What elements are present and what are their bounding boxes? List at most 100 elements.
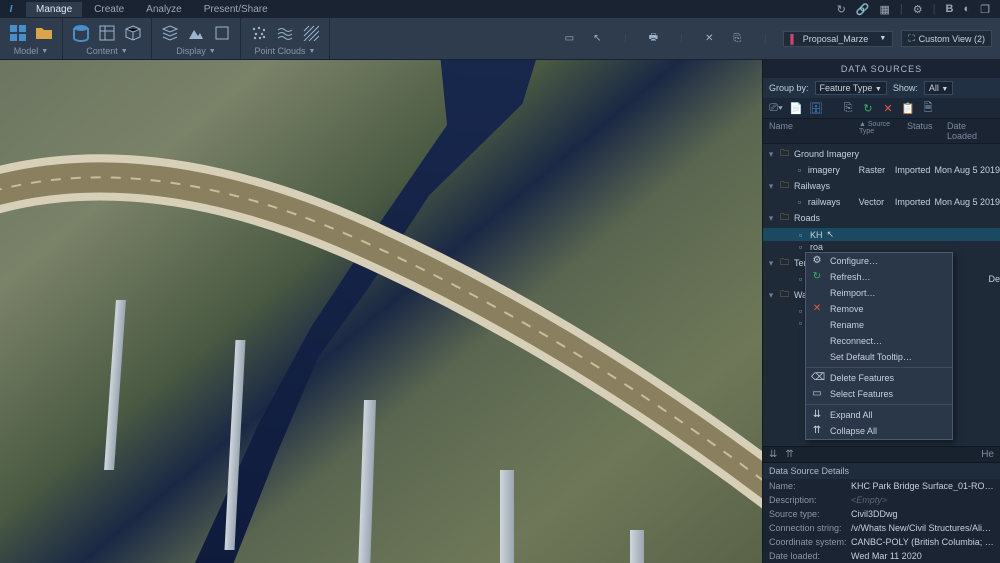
ctx-remove[interactable]: ✕Remove	[806, 301, 952, 317]
cursor-icon[interactable]: ↖	[587, 29, 607, 49]
copy-icon[interactable]: ⎘	[727, 29, 747, 49]
pylon	[630, 530, 644, 563]
tree-item-imagery[interactable]: ▫imageryRasterImportedMon Aug 5 2019	[763, 164, 1000, 176]
ribbon-label-pointclouds[interactable]: Point Clouds	[255, 46, 306, 56]
3d-viewport[interactable]	[0, 60, 762, 563]
custom-view-button[interactable]: ⛶ Custom View (2)	[901, 30, 992, 47]
chevron-down-icon: ▼	[309, 48, 316, 55]
pointcloud-icon[interactable]	[249, 23, 269, 43]
folder-icon: 🗀	[779, 210, 790, 226]
tree-item-selected[interactable]: ▫KH↖	[763, 228, 1000, 241]
ribbon-group-pointclouds: Point Clouds▼	[241, 18, 330, 59]
add-source-icon[interactable]: ⎚▾	[769, 101, 783, 115]
grid-icon[interactable]: ▦	[880, 3, 890, 16]
groupby-select[interactable]: Feature Type ▼	[815, 81, 887, 95]
folder-icon: 🗀	[779, 287, 790, 303]
display-box-icon[interactable]	[212, 23, 232, 43]
ctx-configure[interactable]: ⚙Configure…	[806, 253, 952, 269]
app-logo-icon: I	[4, 2, 18, 16]
mountain-icon[interactable]	[186, 23, 206, 43]
cube-icon[interactable]	[123, 23, 143, 43]
collapse-up-icon[interactable]: ⇈	[785, 449, 793, 460]
details-date-label: Date loaded:	[769, 551, 847, 561]
tab-create[interactable]: Create	[84, 2, 134, 17]
ribbon-group-model: Model▼	[0, 18, 63, 59]
tree-group-roads[interactable]: ▾🗀Roads	[763, 208, 1000, 228]
print-icon[interactable]: 🖶	[643, 29, 663, 49]
details-conn-value: /v/Whats New/Civil Structures/Alignments…	[851, 523, 994, 533]
ctx-delete-features[interactable]: ⌫Delete Features	[806, 370, 952, 386]
tab-present-share[interactable]: Present/Share	[194, 2, 278, 17]
doc2-icon[interactable]: 🗎	[921, 101, 935, 115]
refresh-icon[interactable]: ↻	[861, 101, 875, 115]
collapse-down-icon[interactable]: ⇊	[769, 449, 777, 460]
style-icon[interactable]	[97, 23, 117, 43]
tree-group-railways[interactable]: ▾🗀Railways	[763, 176, 1000, 196]
tab-manage[interactable]: Manage	[26, 2, 82, 17]
file-icon: ▫	[795, 242, 806, 252]
cross-icon[interactable]: ✕	[699, 29, 719, 49]
col-source[interactable]: Source Type	[859, 121, 890, 135]
bold-b-icon[interactable]: B	[946, 3, 954, 15]
delete-features-icon: ⌫	[811, 372, 823, 383]
flag-icon: ▌	[790, 34, 796, 44]
delete-icon[interactable]: ✕	[881, 101, 895, 115]
folder-icon: 🗀	[779, 146, 790, 162]
ribbon-label-content[interactable]: Content	[86, 46, 118, 56]
tree-group-ground[interactable]: ▾🗀Ground Imagery	[763, 144, 1000, 164]
ctx-select-features[interactable]: ▭Select Features	[806, 386, 952, 402]
details-name-value: KHC Park Bridge Surface_01-ROADS	[851, 481, 994, 491]
ctx-tooltip[interactable]: Set Default Tooltip…	[806, 349, 952, 365]
data-sources-tree: ▾🗀Ground Imagery ▫imageryRasterImportedM…	[763, 144, 1000, 446]
database-icon[interactable]	[71, 23, 91, 43]
file-icon: ▫	[795, 230, 806, 240]
divider: |	[900, 3, 903, 15]
divider: |	[933, 3, 936, 15]
monitor-icon[interactable]: ▭	[559, 29, 579, 49]
panel-title: DATA SOURCES	[763, 60, 1000, 78]
doc-icon[interactable]: 📋	[901, 101, 915, 115]
col-status[interactable]: Status	[907, 121, 947, 141]
layers-icon[interactable]	[160, 23, 180, 43]
folder-icon: 🗀	[779, 255, 790, 271]
ribbon-label-model[interactable]: Model	[14, 46, 39, 56]
copy2-icon[interactable]: ⎘	[841, 101, 855, 115]
help-link[interactable]: He	[981, 449, 994, 460]
menu-separator	[806, 367, 952, 368]
titlebar-actions: ↻ 🔗 ▦ | ⚙ | B ◐ ❐	[837, 3, 996, 16]
sync-icon[interactable]: ↻	[837, 3, 846, 16]
ctx-refresh[interactable]: ↻Refresh…	[806, 269, 952, 285]
file-icon[interactable]: 📄	[789, 101, 803, 115]
col-name[interactable]: Name	[769, 121, 859, 141]
app-tabbar: I Manage Create Analyze Present/Share ↻ …	[0, 0, 1000, 18]
details-desc-value[interactable]: <Empty>	[851, 495, 994, 505]
hatch-icon[interactable]	[301, 23, 321, 43]
folder-icon[interactable]	[34, 23, 54, 43]
details-panel: Data Source Details Name:KHC Park Bridge…	[763, 463, 1000, 563]
ribbon-label-display[interactable]: Display	[176, 46, 206, 56]
model-grid-icon[interactable]	[8, 23, 28, 43]
link-icon[interactable]: 🔗	[856, 3, 870, 16]
db-icon[interactable]: 🗄	[809, 101, 823, 115]
col-loaded[interactable]: Date Loaded	[947, 121, 994, 141]
waves-icon[interactable]	[275, 23, 295, 43]
details-name-label: Name:	[769, 481, 847, 491]
ribbon-group-content: Content▼	[63, 18, 152, 59]
custom-view-label: Custom View (2)	[919, 34, 985, 44]
show-select[interactable]: All ▼	[924, 81, 953, 95]
details-type-value: Civil3DDwg	[851, 509, 994, 519]
data-sources-panel: DATA SOURCES Group by: Feature Type ▼ Sh…	[762, 60, 1000, 563]
proposal-label: Proposal_Marze	[803, 34, 874, 44]
cloud-icon[interactable]: ◐	[963, 3, 970, 15]
stack-icon[interactable]: ❐	[980, 3, 990, 16]
gear-icon[interactable]: ⚙	[913, 3, 923, 16]
ctx-reimport[interactable]: Reimport…	[806, 285, 952, 301]
tree-item-railways[interactable]: ▫railwaysVectorImportedMon Aug 5 2019	[763, 196, 1000, 208]
tab-analyze[interactable]: Analyze	[136, 2, 192, 17]
ctx-rename[interactable]: Rename	[806, 317, 952, 333]
ctx-collapse-all[interactable]: ⇈Collapse All	[806, 423, 952, 439]
ctx-expand-all[interactable]: ⇊Expand All	[806, 407, 952, 423]
ctx-reconnect[interactable]: Reconnect…	[806, 333, 952, 349]
proposal-dropdown[interactable]: ▌ Proposal_Marze ▼	[783, 31, 893, 47]
terrain-render	[0, 60, 762, 563]
